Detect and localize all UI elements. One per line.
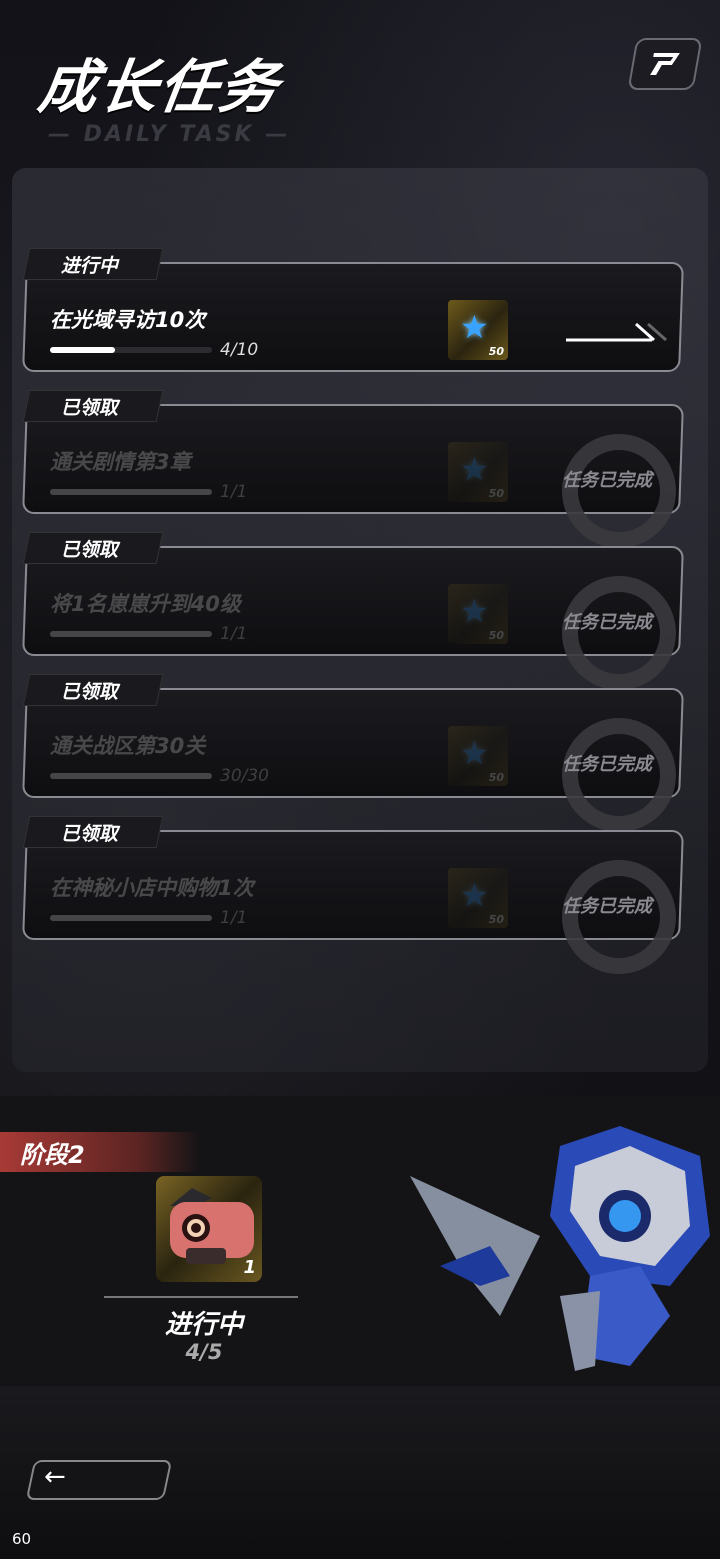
completed-stamp: 任务已完成 (558, 856, 680, 978)
fps-counter: 60 (12, 1530, 32, 1548)
stage-reward-item[interactable]: 1 (156, 1176, 262, 1282)
stage-status: 进行中 (164, 1310, 243, 1340)
task-name: 在神秘小店中购物1次 (50, 876, 254, 900)
task-row[interactable]: 进行中 在光域寻访10次 4/10 ★ 50 (22, 248, 684, 372)
task-progress-fill (50, 915, 212, 921)
task-status-tag: 进行中 (22, 248, 164, 280)
task-progress-bar (50, 347, 212, 353)
task-progress-fill (50, 631, 212, 637)
task-reward-qty: 50 (488, 487, 504, 500)
help-button[interactable] (627, 38, 703, 90)
task-row[interactable]: 已领取 通关战区第30关 30/30 ★ 50 任务已完成 (22, 674, 684, 832)
completed-label: 任务已完成 (562, 470, 652, 491)
help-icon (650, 53, 680, 75)
task-reward-qty: 50 (488, 629, 504, 642)
task-progress-bar (50, 773, 212, 779)
task-progress-fill (50, 489, 212, 495)
task-progress-fill (50, 773, 212, 779)
task-name: 通关战区第30关 (50, 734, 206, 758)
completed-label: 任务已完成 (562, 612, 652, 633)
task-row[interactable]: 已领取 将1名崽崽升到40级 1/1 ★ 50 任务已完成 (22, 532, 684, 690)
completed-label: 任务已完成 (562, 754, 652, 775)
task-reward-item[interactable]: ★ 50 (448, 300, 508, 360)
star-icon: ★ (460, 734, 489, 772)
completed-label: 任务已完成 (562, 896, 652, 917)
task-reward-qty: 50 (488, 771, 504, 784)
task-progress-count: 30/30 (220, 766, 269, 786)
page-subtitle: — DAILY TASK — (48, 122, 291, 147)
task-row[interactable]: 已领取 在神秘小店中购物1次 1/1 ★ 50 任务已完成 (22, 816, 684, 974)
robot-character (410, 1126, 710, 1371)
task-reward-item[interactable]: ★ 50 (448, 442, 508, 502)
task-reward-qty: 50 (488, 913, 504, 926)
task-name: 在光域寻访10次 (50, 308, 206, 332)
task-progress-bar (50, 631, 212, 637)
task-name: 通关剧情第3章 (50, 450, 191, 474)
task-status-tag: 已领取 (22, 674, 164, 706)
task-reward-item[interactable]: ★ 50 (448, 584, 508, 644)
task-reward-item[interactable]: ★ 50 (448, 868, 508, 928)
task-status-tag: 已领取 (22, 390, 164, 422)
task-progress-count: 1/1 (220, 624, 248, 644)
back-arrow-icon[interactable]: ← (44, 1462, 66, 1492)
stage-reward-qty: 1 (243, 1257, 256, 1278)
star-icon: ★ (460, 450, 489, 488)
stage-progress: 4/5 (185, 1340, 223, 1364)
task-progress-count: 1/1 (220, 908, 248, 928)
task-progress-count: 4/10 (220, 340, 259, 360)
task-status-tag: 已领取 (22, 532, 164, 564)
star-icon: ★ (460, 308, 489, 346)
task-progress-count: 1/1 (220, 482, 248, 502)
star-icon: ★ (460, 876, 489, 914)
task-reward-qty: 50 (488, 345, 504, 358)
task-progress-bar (50, 489, 212, 495)
stage-top-edge (0, 1094, 720, 1114)
stage-label: 阶段2 (0, 1132, 200, 1172)
page-title: 成长任务 (34, 53, 285, 121)
task-reward-item[interactable]: ★ 50 (448, 726, 508, 786)
task-progress-bar (50, 915, 212, 921)
star-icon: ★ (460, 592, 489, 630)
go-arrow-icon[interactable] (564, 320, 670, 346)
task-progress-fill (50, 347, 115, 353)
task-status-tag: 已领取 (22, 816, 164, 848)
stage-divider (104, 1296, 298, 1298)
task-row[interactable]: 已领取 通关剧情第3章 1/1 ★ 50 任务已完成 (22, 390, 684, 548)
task-name: 将1名崽崽升到40级 (50, 592, 241, 616)
